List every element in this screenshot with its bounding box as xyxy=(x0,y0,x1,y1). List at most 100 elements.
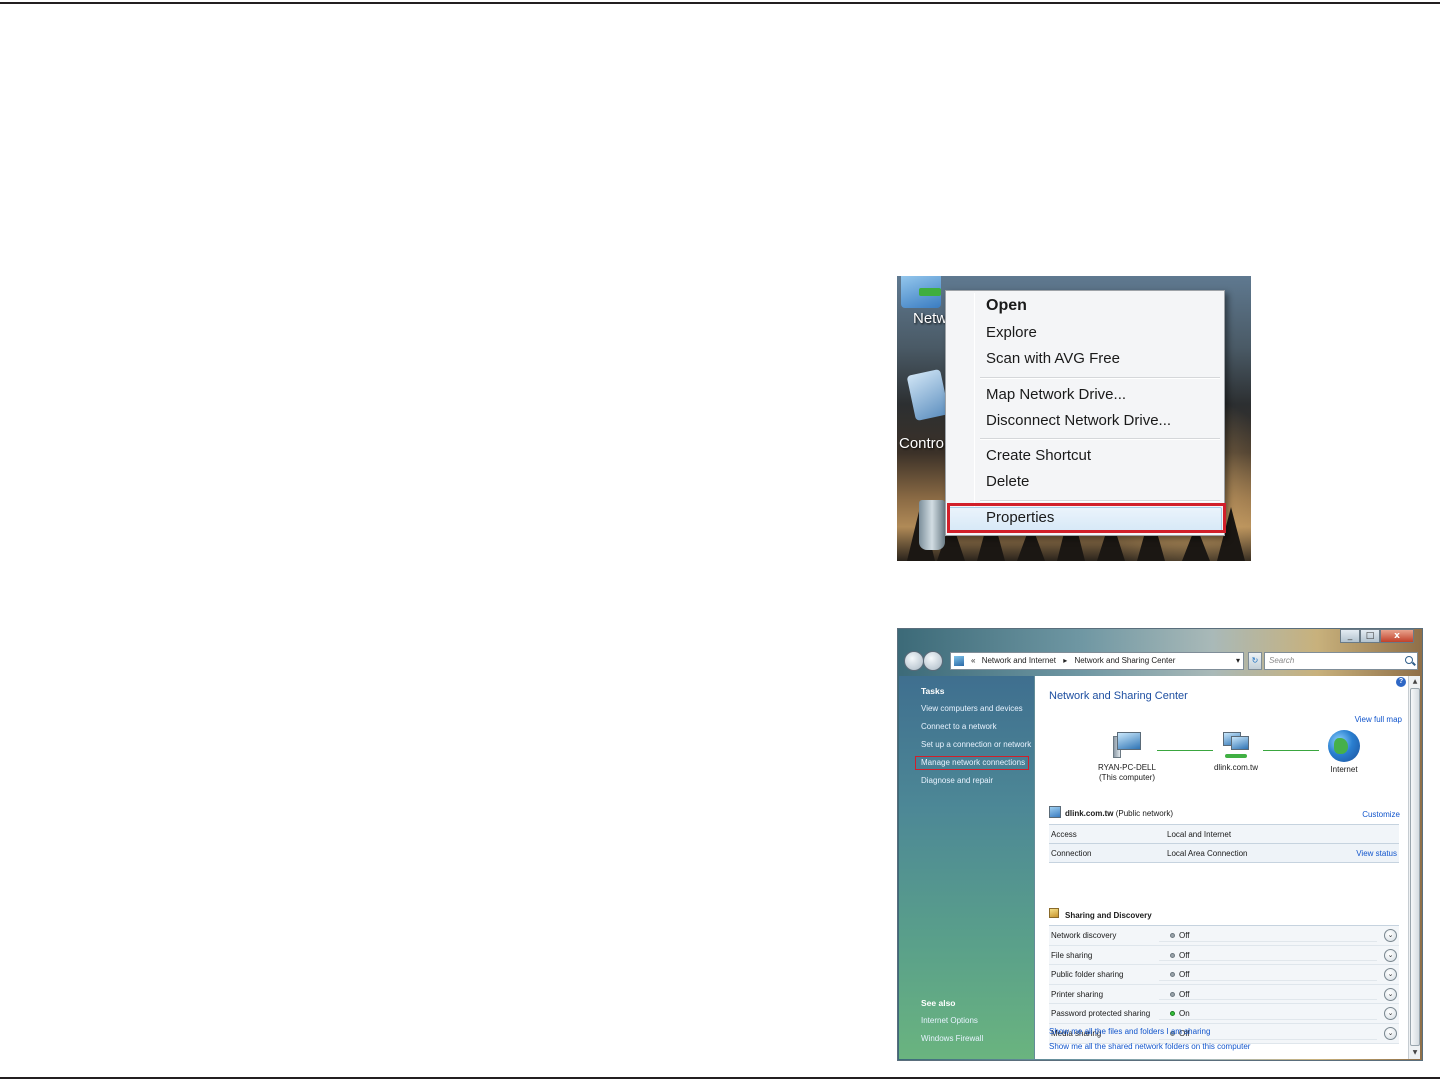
setting-name: Network discovery xyxy=(1051,931,1117,940)
view-full-map-link[interactable]: View full map xyxy=(1355,715,1402,724)
network-sharing-center-screenshot: _ □ x « Network and Internet ▸ Network a… xyxy=(897,628,1423,1061)
menu-item-scan-avg[interactable]: Scan with AVG Free xyxy=(986,350,1120,367)
info-row-connection: Connection Local Area Connection View st… xyxy=(1049,844,1399,863)
back-button[interactable] xyxy=(904,651,924,671)
search-placeholder: Search xyxy=(1269,656,1295,665)
network-desktop-label: Netw xyxy=(913,310,948,327)
setting-status: Off xyxy=(1179,950,1190,960)
globe-icon xyxy=(1328,730,1360,762)
expand-button[interactable]: ⌄ xyxy=(1384,1007,1397,1021)
tasks-heading: Tasks xyxy=(921,686,945,696)
task-link-view-computers[interactable]: View computers and devices xyxy=(921,704,1023,713)
close-button[interactable]: x xyxy=(1380,629,1414,643)
see-also-windows-firewall[interactable]: Windows Firewall xyxy=(921,1034,983,1043)
status-off-icon xyxy=(1170,952,1175,958)
help-icon[interactable]: ? xyxy=(1396,677,1406,687)
network-desktop-icon[interactable] xyxy=(901,276,941,308)
scroll-up-button[interactable]: ▲ xyxy=(1410,677,1420,687)
manage-connections-callout-box xyxy=(915,756,1029,770)
see-also-heading: See also xyxy=(921,998,956,1008)
menu-item-explore[interactable]: Explore xyxy=(986,324,1037,341)
setting-name: Printer sharing xyxy=(1051,989,1104,999)
status-off-icon xyxy=(1170,933,1175,938)
refresh-button[interactable]: ↻ xyxy=(1248,652,1262,670)
breadcrumb-network-internet[interactable]: Network and Internet xyxy=(982,656,1056,665)
setting-name: File sharing xyxy=(1051,950,1093,960)
expand-button[interactable]: ⌄ xyxy=(1384,948,1397,962)
recycle-bin-icon[interactable] xyxy=(919,500,945,550)
see-also-internet-options[interactable]: Internet Options xyxy=(921,1016,978,1025)
computer-subtitle: (This computer) xyxy=(1098,773,1155,782)
status-off-icon xyxy=(1170,991,1175,997)
context-menu: Open Explore Scan with AVG Free Map Netw… xyxy=(945,290,1225,536)
search-icon[interactable] xyxy=(1405,656,1413,664)
network-icon xyxy=(1049,806,1061,818)
tasks-pane: Tasks View computers and devices Connect… xyxy=(899,676,1034,1059)
setting-status: Off xyxy=(1179,970,1190,980)
map-connection-line xyxy=(1263,750,1319,751)
sharing-discovery-table: Network discovery Off ⌄ File sharing Off… xyxy=(1049,925,1399,1044)
status-off-icon xyxy=(1170,972,1175,978)
sharing-center-content: ? Network and Sharing Center View full m… xyxy=(1035,676,1408,1059)
chevron-down-icon[interactable]: ▾ xyxy=(1236,653,1240,669)
show-shared-folders-link[interactable]: Show me all the shared network folders o… xyxy=(1049,1042,1250,1051)
context-menu-screenshot: Netw Contro Open Explore Scan with AVG F… xyxy=(897,276,1251,561)
info-value: Local and Internet xyxy=(1167,830,1232,839)
menu-item-delete[interactable]: Delete xyxy=(986,473,1029,490)
expand-button[interactable]: ⌄ xyxy=(1384,987,1397,1001)
map-node-internet[interactable]: Internet xyxy=(1317,730,1371,775)
forward-button[interactable] xyxy=(923,651,943,671)
internet-label: Internet xyxy=(1330,765,1358,774)
task-link-connect-network[interactable]: Connect to a network xyxy=(921,722,997,731)
sharing-row-file-sharing: File sharing Off ⌄ xyxy=(1049,945,1399,966)
show-shared-files-link[interactable]: Show me all the files and folders I am s… xyxy=(1049,1027,1210,1036)
menu-item-map-network-drive[interactable]: Map Network Drive... xyxy=(986,386,1126,403)
info-key: Access xyxy=(1051,830,1077,839)
customize-link[interactable]: Customize xyxy=(1362,810,1400,819)
address-bar[interactable]: « Network and Internet ▸ Network and Sha… xyxy=(950,652,1244,670)
scroll-down-button[interactable]: ▼ xyxy=(1410,1048,1420,1058)
expand-button[interactable]: ⌄ xyxy=(1384,1026,1397,1040)
computer-name: RYAN-PC-DELL xyxy=(1098,763,1156,772)
breadcrumb-sharing-center[interactable]: Network and Sharing Center xyxy=(1074,656,1175,665)
control-panel-icon xyxy=(954,656,964,666)
setting-name: Password protected sharing xyxy=(1051,1009,1151,1019)
control-panel-desktop-label: Contro xyxy=(899,435,945,452)
network-title: dlink.com.tw (Public network) xyxy=(1065,809,1173,818)
search-input[interactable]: Search xyxy=(1264,652,1418,670)
network-type: (Public network) xyxy=(1115,809,1174,818)
menu-separator xyxy=(980,438,1220,440)
menu-item-disconnect-network-drive[interactable]: Disconnect Network Drive... xyxy=(986,412,1171,429)
page-title: Network and Sharing Center xyxy=(1049,690,1188,702)
network-icon xyxy=(1219,730,1253,760)
map-node-network[interactable]: dlink.com.tw xyxy=(1203,730,1269,773)
sharing-icon xyxy=(1049,908,1059,918)
network-name: dlink.com.tw xyxy=(1065,809,1114,818)
sharing-row-password-protected: Password protected sharing On ⌄ xyxy=(1049,1004,1399,1024)
menu-item-create-shortcut[interactable]: Create Shortcut xyxy=(986,447,1091,464)
info-row-access: Access Local and Internet xyxy=(1049,825,1399,844)
sharing-row-public-folder: Public folder sharing Off ⌄ xyxy=(1049,965,1399,985)
maximize-button[interactable]: □ xyxy=(1360,629,1380,643)
view-status-link[interactable]: View status xyxy=(1356,849,1397,858)
control-panel-desktop-icon[interactable] xyxy=(906,368,950,422)
setting-status: On xyxy=(1179,1009,1190,1019)
map-node-computer[interactable]: RYAN-PC-DELL (This computer) xyxy=(1097,732,1157,783)
menu-item-open[interactable]: Open xyxy=(986,297,1027,315)
breadcrumb-separator: ▸ xyxy=(1063,656,1068,665)
properties-callout-box xyxy=(947,503,1226,533)
bottom-rule xyxy=(0,1077,1440,1079)
address-prefix: « xyxy=(971,656,976,665)
navigation-bar: « Network and Internet ▸ Network and Sha… xyxy=(902,649,1420,673)
task-link-setup-connection[interactable]: Set up a connection or network xyxy=(921,740,1031,749)
task-link-diagnose-repair[interactable]: Diagnose and repair xyxy=(921,776,993,785)
menu-separator xyxy=(980,377,1220,379)
info-key: Connection xyxy=(1051,849,1092,858)
expand-button[interactable]: ⌄ xyxy=(1384,929,1397,942)
expand-button[interactable]: ⌄ xyxy=(1384,968,1397,982)
scroll-thumb[interactable] xyxy=(1410,688,1420,1046)
vertical-scrollbar[interactable]: ▲ ▼ xyxy=(1408,676,1420,1059)
network-info-table: Access Local and Internet Connection Loc… xyxy=(1049,824,1399,863)
minimize-button[interactable]: _ xyxy=(1340,629,1360,643)
window-titlebar: _ □ x xyxy=(898,629,1422,645)
